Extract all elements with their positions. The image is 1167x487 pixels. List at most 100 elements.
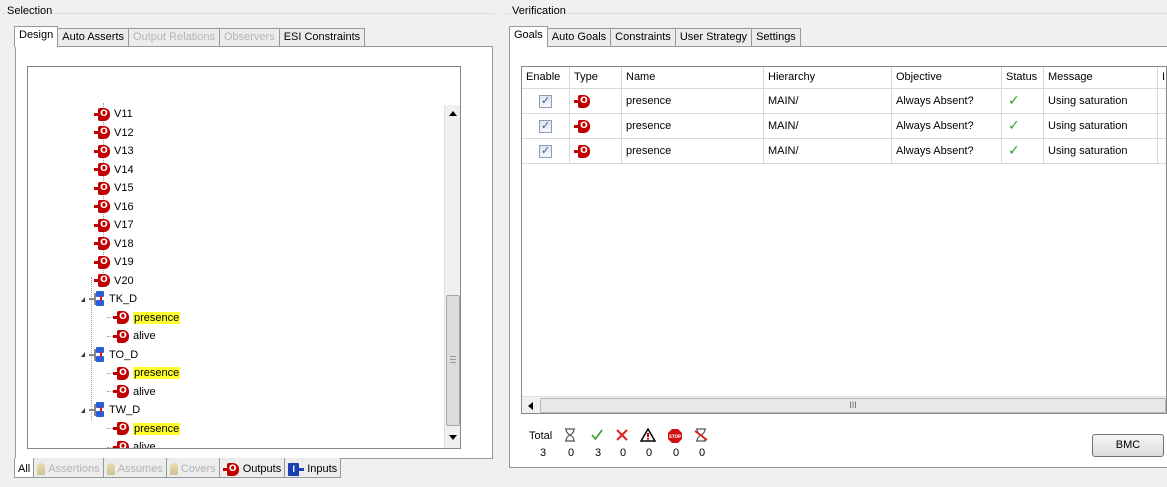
grid-cell-name[interactable]: presence (622, 139, 764, 164)
scroll-left-arrow-icon[interactable] (528, 402, 533, 410)
grid-cell-message[interactable]: Using saturation (1044, 89, 1158, 114)
filter-tab-covers[interactable]: Covers (165, 458, 220, 478)
grid-horizontal-scrollbar[interactable]: III (522, 396, 1166, 413)
collapse-triangle-icon[interactable] (81, 296, 85, 302)
tab-output-relations[interactable]: Output Relations (128, 28, 220, 47)
grid-header-message[interactable]: Message (1044, 67, 1158, 89)
tree-signal-label: presence (133, 422, 181, 435)
grid-cell-objective[interactable]: Always Absent? (892, 139, 1002, 164)
tree-module-item[interactable]: TO_D (81, 346, 138, 364)
tab-design[interactable]: Design (14, 26, 59, 47)
filter-tab-inputs[interactable]: I Inputs (284, 458, 342, 478)
filter-tab-all[interactable]: All (14, 458, 35, 478)
tree-signal-label: V13 (114, 145, 134, 157)
selection-group-border (2, 13, 494, 14)
tab-goals[interactable]: Goals (509, 26, 548, 47)
tree-signal-item[interactable]: O V15 (94, 179, 134, 197)
enable-checkbox[interactable] (539, 144, 552, 158)
assume-icon (106, 463, 115, 475)
tree-signal-item[interactable]: O V16 (94, 198, 134, 216)
tree-vertical-scrollbar[interactable] (444, 105, 460, 448)
tree-signal-label: alive (133, 441, 156, 449)
tree-module-label: TK_D (109, 293, 138, 305)
tree-scrollbar-thumb[interactable] (446, 295, 460, 426)
grid-cell-extra (1158, 139, 1166, 164)
grid-cell-type: O (570, 89, 622, 114)
tab-observers[interactable]: Observers (218, 28, 280, 47)
tree-signal-item[interactable]: O V19 (94, 253, 134, 271)
filter-tab-assumes[interactable]: Assumes (102, 458, 167, 478)
tab-constraints[interactable]: Constraints (610, 28, 676, 47)
grid-cell-hierarchy[interactable]: MAIN/ (764, 139, 892, 164)
tree-module-label: TO_D (109, 348, 139, 361)
collapse-triangle-icon[interactable] (81, 407, 85, 413)
tree-signal-item[interactable]: O V17 (94, 216, 134, 234)
grid-header-hierarchy[interactable]: Hierarchy (764, 67, 892, 89)
goals-grid[interactable]: Enable Type Name Hierarchy Objective Status Me… (521, 66, 1167, 414)
filter-tab-label: Assertions (48, 463, 100, 475)
tree-signal-item[interactable]: Opresence (107, 420, 181, 438)
total-count: 3 (540, 447, 547, 459)
tree-signal-item[interactable]: Opresence (107, 364, 181, 382)
enable-checkbox[interactable] (539, 94, 552, 108)
grid-header-type[interactable]: Type (570, 67, 622, 89)
filter-tab-outputs[interactable]: O Outputs (218, 458, 286, 478)
tree-signal-item[interactable]: O V20 (94, 272, 134, 290)
grid-cell-name[interactable]: presence (622, 114, 764, 139)
tree-signal-item[interactable]: Oalive (107, 383, 156, 401)
tree-module-item[interactable]: TK_D (81, 290, 137, 308)
grid-cell-hierarchy[interactable]: MAIN/ (764, 114, 892, 139)
tab-user-strategy[interactable]: User Strategy (674, 28, 753, 47)
tree-signal-item[interactable]: O V14 (94, 161, 134, 179)
warning-icon (639, 427, 657, 445)
scroll-up-arrow-icon[interactable] (449, 111, 457, 116)
filter-tab-assertions[interactable]: Assertions (33, 458, 104, 478)
grid-header-name[interactable]: Name (622, 67, 764, 89)
grid-cell-type: O (570, 139, 622, 164)
tab-auto-asserts[interactable]: Auto Asserts (57, 28, 130, 47)
grid-cell-message[interactable]: Using saturation (1044, 139, 1158, 164)
output-signal-icon: O (94, 255, 110, 269)
grid-header-status[interactable]: Status (1002, 67, 1044, 89)
tree-signal-item[interactable]: Opresence (107, 309, 181, 327)
assertion-icon (37, 463, 46, 475)
verification-tabs: Goals Auto Goals Constraints User Strate… (509, 26, 801, 47)
grid-cell-enable (522, 89, 570, 114)
check-icon: ✓ (1008, 117, 1020, 133)
tree-signal-label: V18 (114, 237, 134, 250)
output-signal-icon: O (113, 311, 129, 324)
collapse-triangle-icon[interactable] (81, 352, 85, 357)
tree-signal-label: presence (133, 367, 181, 379)
grid-cell-hierarchy[interactable]: MAIN/ (764, 89, 892, 114)
grid-cell-message[interactable]: Using saturation (1044, 114, 1158, 139)
tab-auto-goals[interactable]: Auto Goals (546, 28, 612, 47)
tab-esi-constraints[interactable]: ESI Constraints (278, 28, 366, 47)
tree-signal-item[interactable]: O V13 (94, 142, 134, 160)
grid-header-objective[interactable]: Objective (892, 67, 1002, 89)
grid-scrollbar-thumb[interactable]: III (540, 398, 1166, 413)
tree-signal-item[interactable]: O V11 (94, 105, 133, 123)
tree-module-item[interactable]: TW_D (81, 401, 140, 419)
grid-header-i[interactable]: I (1158, 67, 1166, 89)
bmc-button[interactable]: BMC (1092, 434, 1164, 457)
scroll-down-arrow-icon[interactable] (449, 435, 457, 440)
tree-signal-label: V20 (114, 274, 134, 287)
output-signal-icon: O (94, 144, 110, 158)
grid-cell-name[interactable]: presence (622, 89, 764, 114)
summary-count: 0 (698, 447, 706, 459)
tab-settings[interactable]: Settings (751, 28, 801, 47)
output-signal-icon: O (94, 237, 110, 250)
grid-cell-objective[interactable]: Always Absent? (892, 89, 1002, 114)
enable-checkbox[interactable] (539, 119, 552, 133)
tree-signal-item[interactable]: Oalive (107, 438, 156, 449)
grid-cell-status: ✓ (1002, 139, 1044, 164)
tree-signal-item[interactable]: Oalive (107, 327, 156, 345)
tree-signal-item[interactable]: O V12 (94, 124, 134, 142)
output-signal-icon: O (574, 95, 590, 108)
design-tree[interactable]: O V11 O V12 O V13 O V14 O V15 O V16 O V17 O V18 O V19 O V20… (27, 66, 461, 449)
output-signal-icon: O (94, 181, 110, 195)
grid-cell-objective[interactable]: Always Absent? (892, 114, 1002, 139)
check-icon: ✓ (1008, 142, 1020, 158)
tree-signal-item[interactable]: O V18 (94, 235, 134, 253)
grid-header-enable[interactable]: Enable (522, 67, 570, 89)
